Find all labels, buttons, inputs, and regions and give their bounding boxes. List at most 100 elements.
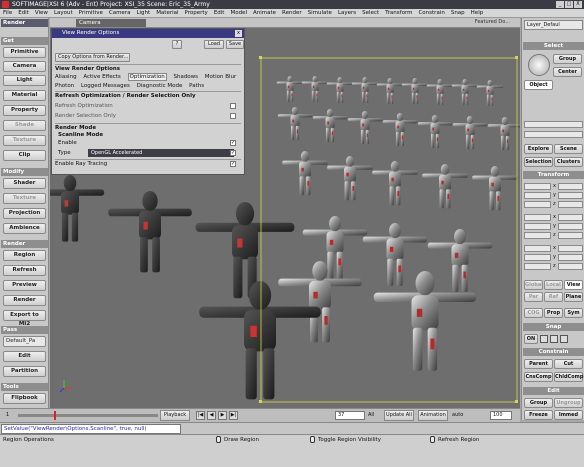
select-arrow-icon[interactable] bbox=[528, 54, 550, 76]
menu-layout[interactable]: Layout bbox=[54, 10, 73, 16]
render-button[interactable]: Render bbox=[3, 295, 46, 306]
clusters-button[interactable]: Clusters bbox=[554, 157, 583, 167]
auto-key-label[interactable]: auto bbox=[452, 411, 468, 420]
cog-button[interactable]: COG bbox=[524, 308, 543, 318]
dialog-help-icon[interactable]: ? bbox=[172, 40, 182, 49]
scale-x-field-2[interactable] bbox=[558, 183, 583, 190]
refresh-button[interactable]: Refresh bbox=[3, 265, 46, 276]
shade-button[interactable]: Shade bbox=[3, 120, 46, 131]
snap-grid-icon[interactable] bbox=[540, 335, 548, 343]
tab-photon[interactable]: Photon bbox=[55, 83, 74, 89]
menu-file[interactable]: File bbox=[3, 10, 12, 16]
menu-light[interactable]: Light bbox=[136, 10, 150, 16]
scale-z-field-2[interactable] bbox=[558, 201, 583, 208]
parent-button[interactable]: Parent bbox=[524, 359, 553, 369]
selection-field-2[interactable] bbox=[524, 131, 583, 138]
sym-button[interactable]: Sym bbox=[564, 308, 583, 318]
clip-button[interactable]: Clip bbox=[3, 150, 46, 161]
menu-camera[interactable]: Camera bbox=[109, 10, 131, 16]
dialog-close-button[interactable]: x bbox=[235, 30, 242, 37]
featured-display-label[interactable]: Featured Do... bbox=[475, 19, 510, 25]
menu-snap[interactable]: Snap bbox=[451, 10, 465, 16]
selection-button[interactable]: Selection bbox=[524, 157, 553, 167]
rot-y-field[interactable] bbox=[524, 223, 551, 230]
tab-motion-blur[interactable]: Motion Blur bbox=[205, 74, 236, 80]
property-button[interactable]: Property bbox=[3, 105, 46, 116]
step-back-icon[interactable]: ◀ bbox=[207, 411, 216, 420]
update-all-button[interactable]: Update All bbox=[384, 410, 414, 421]
copy-options-button[interactable]: Copy Options from Render... bbox=[55, 53, 130, 62]
trans-y-field[interactable] bbox=[524, 254, 551, 261]
group-select-button[interactable]: Group bbox=[553, 54, 582, 64]
scene-button[interactable]: Scene bbox=[554, 144, 583, 154]
script-command-line[interactable]: SetValue("ViewRender\Options.Scanline", … bbox=[1, 424, 181, 434]
go-start-icon[interactable]: |◀ bbox=[196, 411, 205, 420]
texture-button[interactable]: Texture bbox=[3, 135, 46, 146]
maximize-button[interactable]: □ bbox=[565, 1, 573, 8]
view-button[interactable]: View bbox=[564, 280, 583, 290]
rot-z-field-2[interactable] bbox=[558, 232, 583, 239]
local-button[interactable]: Local bbox=[544, 280, 563, 290]
tab-aliasing[interactable]: Aliasing bbox=[55, 74, 77, 80]
projection-button[interactable]: Projection bbox=[3, 208, 46, 219]
scanline-type-apply-checkbox[interactable]: ✓ bbox=[230, 150, 236, 156]
all-label[interactable]: All bbox=[368, 411, 382, 420]
center-select-button[interactable]: Center bbox=[553, 67, 582, 77]
trans-x-field-2[interactable] bbox=[558, 245, 583, 252]
dialog-load-button[interactable]: Load bbox=[204, 40, 224, 49]
menu-primitive[interactable]: Primitive bbox=[79, 10, 103, 16]
rot-x-field-2[interactable] bbox=[558, 214, 583, 221]
tab-diagnostic-mode[interactable]: Diagnostic Mode bbox=[137, 83, 183, 89]
export-mi2-button[interactable]: Export to MI2 bbox=[3, 310, 46, 327]
preview-button[interactable]: Preview bbox=[3, 280, 46, 291]
scanline-type-dropdown[interactable]: OpenGL Accelerated bbox=[88, 149, 234, 157]
par-button[interactable]: Par bbox=[524, 292, 543, 302]
menu-material[interactable]: Material bbox=[156, 10, 178, 16]
menu-constrain[interactable]: Constrain bbox=[418, 10, 444, 16]
trans-y-field-2[interactable] bbox=[558, 254, 583, 261]
menu-transform[interactable]: Transform bbox=[385, 10, 412, 16]
camera-selector[interactable]: Camera bbox=[76, 19, 146, 27]
menu-help[interactable]: Help bbox=[471, 10, 484, 16]
shader-button[interactable]: Shader bbox=[3, 178, 46, 189]
rot-y-field-2[interactable] bbox=[558, 223, 583, 230]
global-button[interactable]: Global bbox=[524, 280, 543, 290]
menu-select[interactable]: Select bbox=[362, 10, 379, 16]
region-button[interactable]: Region bbox=[3, 250, 46, 261]
timeline-end-field[interactable]: 100 bbox=[490, 411, 512, 420]
rot-z-field[interactable] bbox=[524, 232, 551, 239]
rot-x-field[interactable] bbox=[524, 214, 551, 221]
trans-z-field[interactable] bbox=[524, 263, 551, 270]
menu-simulate[interactable]: Simulate bbox=[308, 10, 332, 16]
group-button[interactable]: Group bbox=[524, 398, 553, 408]
explore-button[interactable]: Explore bbox=[524, 144, 553, 154]
cut-button[interactable]: Cut bbox=[554, 359, 583, 369]
toolbar-mode-tab[interactable]: Render bbox=[1, 19, 48, 27]
flipbook-button[interactable]: Flipbook bbox=[3, 393, 46, 404]
pass-edit-button[interactable]: Edit bbox=[3, 351, 46, 362]
primitive-button[interactable]: Primitive bbox=[3, 47, 46, 58]
render-selection-only-checkbox[interactable] bbox=[230, 113, 236, 119]
ambience-button[interactable]: Ambience bbox=[3, 223, 46, 234]
layer-selector[interactable]: Layer_Defaul bbox=[524, 20, 583, 30]
playback-button[interactable]: Playback bbox=[160, 410, 190, 421]
light-button[interactable]: Light bbox=[3, 75, 46, 86]
tab-paths[interactable]: Paths bbox=[189, 83, 204, 89]
snap-point-icon[interactable] bbox=[550, 335, 558, 343]
menu-model[interactable]: Model bbox=[230, 10, 247, 16]
menu-property[interactable]: Property bbox=[185, 10, 208, 16]
plane-button[interactable]: Plane bbox=[564, 292, 583, 302]
current-frame-field[interactable]: 37 bbox=[335, 411, 365, 420]
snap-curve-icon[interactable] bbox=[560, 335, 568, 343]
tab-logged-messages[interactable]: Logged Messages bbox=[81, 83, 130, 89]
play-icon[interactable]: ▶ bbox=[218, 411, 227, 420]
timeline-slider[interactable] bbox=[18, 414, 158, 417]
freeze-button[interactable]: Freeze bbox=[524, 410, 553, 420]
menu-render[interactable]: Render bbox=[282, 10, 302, 16]
trans-x-field[interactable] bbox=[524, 245, 551, 252]
timeline-playhead[interactable] bbox=[54, 411, 56, 420]
immed-button[interactable]: Immed bbox=[554, 410, 583, 420]
timeline-start[interactable]: 1 bbox=[6, 411, 16, 420]
tab-active-effects[interactable]: Active Effects bbox=[83, 74, 120, 80]
material-button[interactable]: Material bbox=[3, 90, 46, 101]
